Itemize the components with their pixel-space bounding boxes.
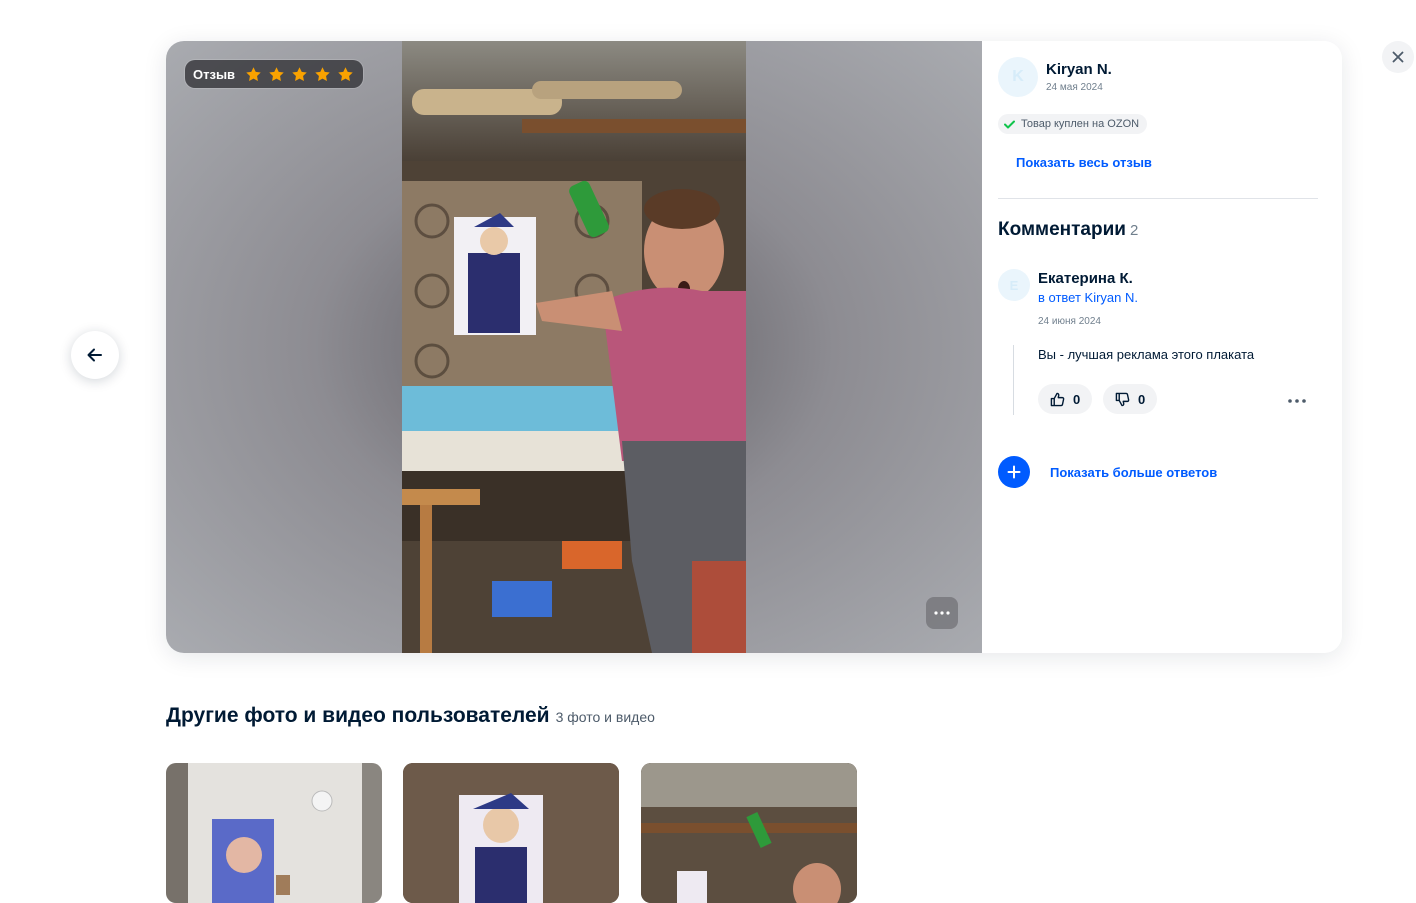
thumb-up-icon xyxy=(1050,392,1065,406)
avatar: K xyxy=(998,57,1038,97)
review-rating-badge: Отзыв xyxy=(185,60,364,88)
gallery-heading: Другие фото и видео пользователей 3 фото … xyxy=(166,704,655,728)
gallery-thumbnail-image xyxy=(403,763,619,903)
gallery-thumbnail-image xyxy=(641,763,857,903)
gallery-thumbnail[interactable] xyxy=(403,763,619,903)
comment-avatar: E xyxy=(998,269,1030,301)
dislike-button[interactable]: 0 xyxy=(1103,384,1158,414)
comments-count: 2 xyxy=(1129,222,1139,239)
close-button[interactable] xyxy=(1382,41,1414,73)
close-icon xyxy=(1392,51,1404,63)
gallery-count: 3 фото и видео xyxy=(555,709,655,725)
more-dots-icon xyxy=(934,611,950,615)
plus-button[interactable] xyxy=(998,456,1030,488)
comment-more-button[interactable] xyxy=(1288,387,1306,408)
like-count: 0 xyxy=(1073,391,1081,407)
star-icon xyxy=(246,66,261,81)
comment-date: 24 июня 2024 xyxy=(1038,316,1101,327)
review-photo-image xyxy=(402,41,746,653)
plus-icon xyxy=(1007,465,1021,479)
purchased-label: Товар куплен на OZON xyxy=(1021,118,1140,130)
review-photo[interactable] xyxy=(402,41,746,653)
more-dots-icon xyxy=(1288,399,1306,403)
show-full-review-link[interactable]: Показать весь отзыв xyxy=(1016,155,1152,170)
comment-text: Вы - лучшая реклама этого плаката xyxy=(1038,347,1255,362)
dislike-count: 0 xyxy=(1138,391,1146,407)
gallery-thumbnail-image xyxy=(166,763,382,903)
star-icon xyxy=(269,66,284,81)
show-more-replies[interactable]: Показать больше ответов xyxy=(998,456,1217,488)
like-button[interactable]: 0 xyxy=(1038,384,1093,414)
divider xyxy=(998,198,1318,199)
comments-heading: Комментарии 2 xyxy=(998,219,1138,241)
review-author-name[interactable]: Kiryan N. xyxy=(1046,61,1112,78)
comment-reply-to-link[interactable]: в ответ Kiryan N. xyxy=(1038,290,1138,305)
gallery-thumbnail[interactable] xyxy=(166,763,382,903)
comment-thread-line xyxy=(1013,345,1014,415)
star-icon xyxy=(338,66,353,81)
arrow-left-icon xyxy=(87,348,102,362)
review-date: 24 мая 2024 xyxy=(1046,82,1103,93)
previous-media-button[interactable] xyxy=(71,331,119,379)
show-more-replies-link[interactable]: Показать больше ответов xyxy=(1050,465,1217,480)
gallery-title: Другие фото и видео пользователей xyxy=(166,704,550,727)
star-icon xyxy=(315,66,330,81)
gallery-thumbnail[interactable] xyxy=(641,763,857,903)
media-area: Отзыв xyxy=(166,41,982,653)
review-side-panel: K Kiryan N. 24 мая 2024 Товар куплен на … xyxy=(982,41,1342,653)
check-icon xyxy=(1004,120,1015,128)
review-author: K Kiryan N. 24 мая 2024 xyxy=(998,57,1112,97)
review-media-viewer: Отзыв K Kiryan N. 24 мая 2024 Товар купл… xyxy=(166,41,1342,653)
star-icon xyxy=(292,66,307,81)
comment-author-name[interactable]: Екатерина К. xyxy=(1038,270,1133,287)
comments-title: Комментарии xyxy=(998,219,1126,240)
media-more-button[interactable] xyxy=(926,597,958,629)
thumb-down-icon xyxy=(1115,392,1130,406)
review-badge-label: Отзыв xyxy=(193,66,236,82)
purchased-badge: Товар куплен на OZON xyxy=(998,114,1148,134)
